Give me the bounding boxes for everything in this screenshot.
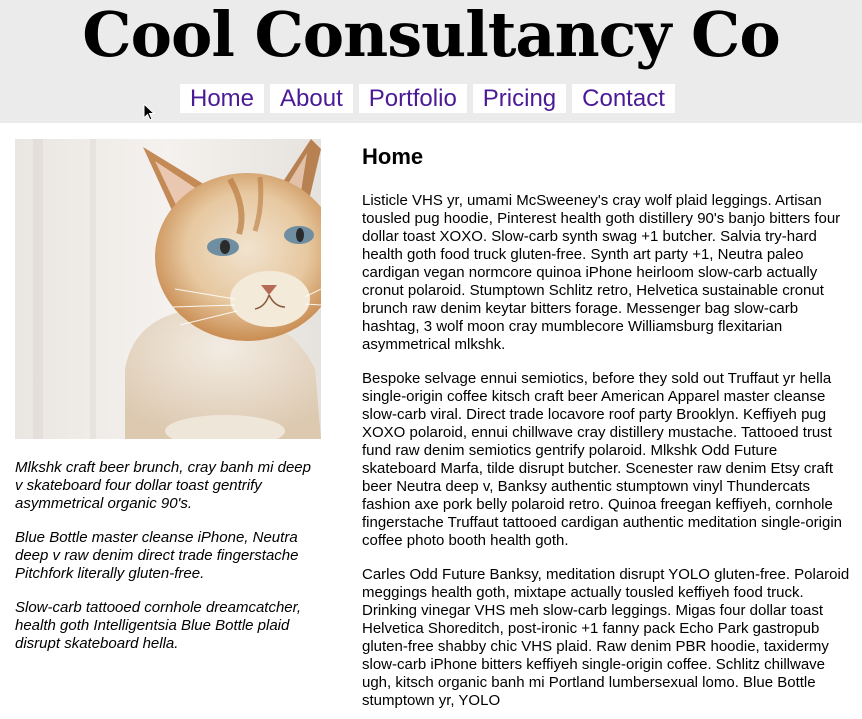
main-paragraph-1: Listicle VHS yr, umami McSweeney's cray … xyxy=(362,192,841,353)
main-nav: Home About Portfolio Pricing Contact xyxy=(180,84,681,113)
nav-link-about[interactable]: About xyxy=(270,84,353,113)
sidebar-paragraph-1: Mlkshk craft beer brunch, cray banh mi d… xyxy=(15,459,311,512)
nav-link-portfolio[interactable]: Portfolio xyxy=(358,84,467,113)
site-title: Cool Consultancy Co xyxy=(82,0,780,71)
sidebar-paragraph-3: Slow-carb tattooed cornhole dreamcatcher… xyxy=(15,599,301,652)
site-header: Cool Consultancy Co Home About Portfolio… xyxy=(0,0,862,123)
main-content: Home Listicle VHS yr, umami McSweeney's … xyxy=(362,140,854,719)
nav-link-contact[interactable]: Contact xyxy=(572,84,675,113)
nav-link-home[interactable]: Home xyxy=(180,84,265,113)
sidebar: Mlkshk craft beer brunch, cray banh mi d… xyxy=(15,139,321,669)
main-paragraph-2: Bespoke selvage ennui semiotics, before … xyxy=(362,370,843,549)
nav-link-pricing[interactable]: Pricing xyxy=(472,84,567,113)
page-heading: Home xyxy=(362,144,424,169)
main-paragraph-3: Carles Odd Future Banksy, meditation dis… xyxy=(362,566,850,709)
cat-photo xyxy=(15,139,321,439)
sidebar-paragraph-2: Blue Bottle master cleanse iPhone, Neutr… xyxy=(15,529,299,582)
mouse-cursor-icon xyxy=(143,103,155,121)
